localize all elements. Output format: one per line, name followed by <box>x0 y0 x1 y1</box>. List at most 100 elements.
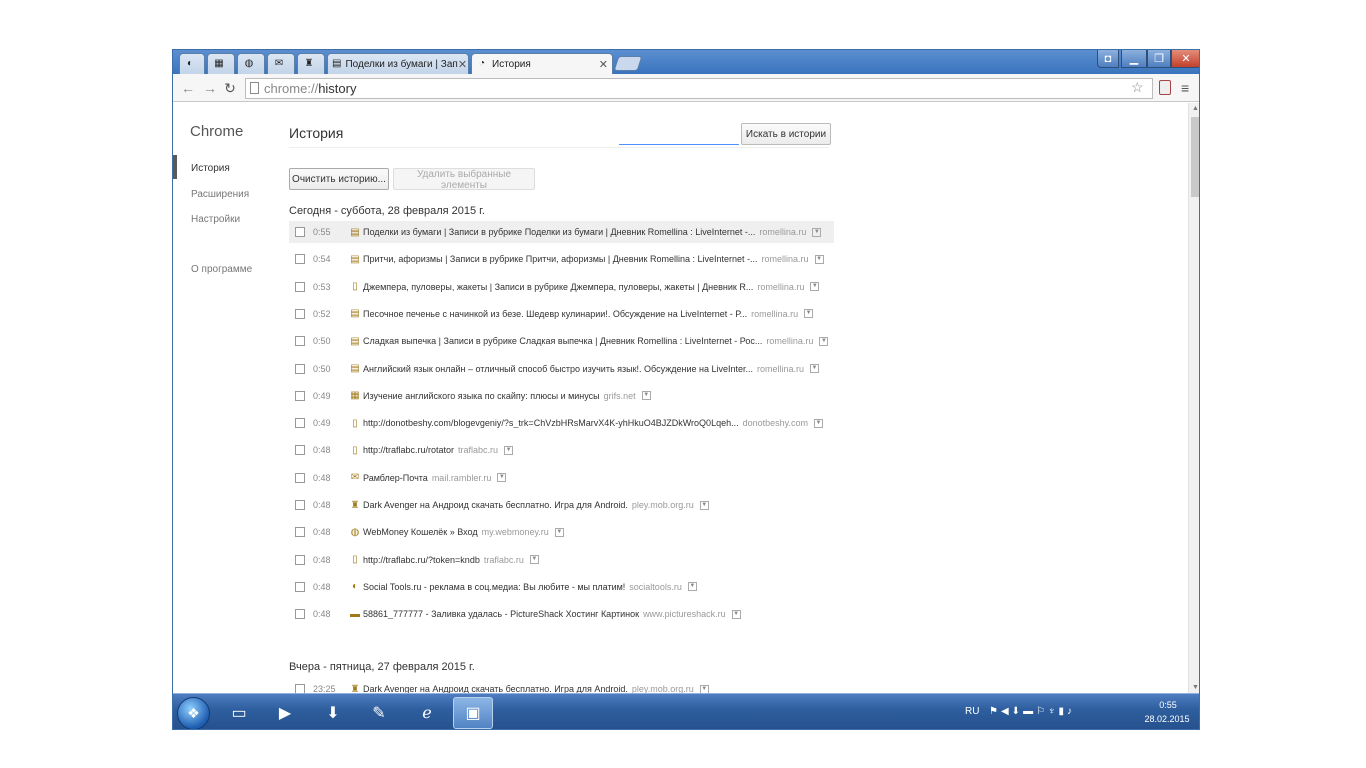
history-row[interactable]: 0:53 ▯ Джемпера, пуловеры, жакеты | Записи… <box>289 276 834 298</box>
internet-explorer-icon[interactable]: ℯ <box>407 697 447 729</box>
close-tab-icon[interactable]: ✕ <box>599 58 608 71</box>
clock-time[interactable]: 0:55 <box>1145 700 1191 710</box>
torrent-icon[interactable]: ⬇ <box>313 697 353 729</box>
tab-pinned-game[interactable]: ♜ <box>297 53 325 74</box>
tab-pinned-globe[interactable]: ◍ <box>237 53 265 74</box>
speaker-icon[interactable]: ◀ <box>1001 706 1012 717</box>
sidebar-item-about[interactable]: О программе <box>191 264 252 275</box>
row-menu-icon[interactable]: ▼ <box>699 500 709 510</box>
remove-selected-button[interactable]: Удалить выбранные элементы <box>393 168 535 191</box>
row-checkbox[interactable] <box>295 527 305 538</box>
row-checkbox[interactable] <box>295 684 305 693</box>
row-menu-icon[interactable]: ▼ <box>529 555 539 565</box>
display-icon[interactable]: ▬ <box>1023 706 1036 717</box>
row-menu-icon[interactable]: ▼ <box>819 336 829 346</box>
row-checkbox[interactable] <box>295 390 305 401</box>
history-row[interactable]: 0:48 ✉ Рамблер-Почта mail.rambler.ru ▼ <box>289 467 834 489</box>
row-menu-icon[interactable]: ▼ <box>497 473 507 483</box>
history-row[interactable]: 0:48 ▯ http://traflabc.ru/rotator traflabc.… <box>289 439 834 461</box>
explorer-icon[interactable]: ▭ <box>219 697 259 729</box>
history-row[interactable]: 0:50 ▤ Сладкая выпечка | Записи в рубрике … <box>289 330 834 352</box>
close-tab-icon[interactable]: ✕ <box>458 58 467 71</box>
network-icon[interactable]: ⚑ <box>989 706 1001 717</box>
entry-title[interactable]: Social Tools.ru - реклама в соц.медиа: В… <box>363 582 625 592</box>
history-row[interactable]: 0:48 ▯ http://traflabc.ru/?token=kndb trafl… <box>289 549 834 571</box>
row-checkbox[interactable] <box>295 581 305 592</box>
scrollbar[interactable]: ▲ ▼ <box>1188 103 1199 693</box>
row-checkbox[interactable] <box>295 500 305 510</box>
history-row[interactable]: 0:49 ▯ http://donotbeshy.com/blogevgeniy/?… <box>289 412 834 434</box>
history-row[interactable]: 0:49 ▦ Изучение английского языка по скайп… <box>289 385 834 407</box>
new-tab-button[interactable] <box>613 56 643 71</box>
row-menu-icon[interactable]: ▼ <box>813 418 823 428</box>
scroll-up-icon[interactable]: ▲ <box>1192 105 1199 112</box>
chrome-menu-icon[interactable]: ≡ <box>1181 80 1189 96</box>
history-row[interactable]: 0:54 ▤ Притчи, афоризмы | Записи в рубрике… <box>289 248 834 270</box>
entry-title[interactable]: Dark Avenger на Андроид скачать бесплатн… <box>363 684 628 693</box>
sidebar-item-settings[interactable]: Настройки <box>191 214 240 225</box>
row-menu-icon[interactable]: ▼ <box>810 282 820 292</box>
history-row[interactable]: 0:48 ♜ Dark Avenger на Андроид скачать бес… <box>289 494 834 516</box>
search-history-button[interactable]: Искать в истории <box>741 123 831 145</box>
row-checkbox[interactable] <box>295 363 305 374</box>
entry-title[interactable]: WebMoney Кошелёк » Вход <box>363 527 478 537</box>
row-menu-icon[interactable]: ▼ <box>687 582 697 592</box>
row-checkbox[interactable] <box>295 554 305 565</box>
history-row[interactable]: 0:55 ▤ Поделки из бумаги | Записи в рубрик… <box>289 221 834 243</box>
entry-title[interactable]: Песочное печенье с начинкой из безе. Шед… <box>363 309 747 319</box>
row-menu-icon[interactable]: ▼ <box>699 684 709 693</box>
entry-title[interactable]: http://traflabc.ru/rotator <box>363 445 454 455</box>
row-checkbox[interactable] <box>295 609 305 620</box>
row-checkbox[interactable] <box>295 418 305 429</box>
entry-title[interactable]: Джемпера, пуловеры, жакеты | Записи в ру… <box>363 282 753 292</box>
entry-title[interactable]: Поделки из бумаги | Записи в рубрике Под… <box>363 227 755 237</box>
history-row[interactable]: 0:48 ◍ WebMoney Кошелёк » Вход my.webmoney.… <box>289 521 834 543</box>
reload-icon[interactable]: ↻ <box>221 80 239 97</box>
row-checkbox[interactable] <box>295 472 305 483</box>
tab-pinned-mail[interactable]: ✉ <box>267 53 295 74</box>
entry-title[interactable]: Английский язык онлайн – отличный способ… <box>363 364 753 374</box>
entry-title[interactable]: http://traflabc.ru/?token=kndb <box>363 555 480 565</box>
row-menu-icon[interactable]: ▼ <box>804 309 814 319</box>
clear-history-button[interactable]: Очистить историю... <box>289 168 389 190</box>
scroll-down-icon[interactable]: ▼ <box>1192 684 1199 691</box>
minimize-button[interactable]: ▁ <box>1121 50 1147 68</box>
sidebar-item-history[interactable]: История <box>191 163 230 174</box>
history-row[interactable]: 0:48 ◐ Social Tools.ru - реклама в соц.мед… <box>289 576 834 598</box>
start-button[interactable]: ❖ <box>177 697 210 729</box>
usb-icon[interactable]: ♆ <box>1048 706 1059 717</box>
scrollbar-thumb[interactable] <box>1191 117 1199 197</box>
omnibox[interactable]: chrome://history <box>245 78 1153 99</box>
row-menu-icon[interactable]: ▼ <box>810 364 820 373</box>
paint-icon[interactable]: ✎ <box>359 697 399 729</box>
extension-icon[interactable] <box>1159 80 1171 95</box>
row-checkbox[interactable] <box>295 227 305 237</box>
entry-title[interactable]: Притчи, афоризмы | Записи в рубрике Прит… <box>363 254 758 264</box>
media-player-icon[interactable]: ▶ <box>265 697 305 729</box>
search-input[interactable] <box>619 121 739 145</box>
row-menu-icon[interactable]: ▼ <box>554 527 564 537</box>
entry-title[interactable]: Dark Avenger на Андроид скачать бесплатн… <box>363 500 628 510</box>
flag-icon[interactable]: ⚐ <box>1036 706 1048 717</box>
history-row[interactable]: 0:52 ▤ Песочное печенье с начинкой из безе… <box>289 303 834 325</box>
volume-icon[interactable]: ♪ <box>1067 706 1075 717</box>
chrome-window-icon[interactable]: ▣ <box>453 697 493 729</box>
row-checkbox[interactable] <box>295 308 305 319</box>
language-indicator[interactable]: RU <box>965 706 979 717</box>
entry-title[interactable]: Рамблер-Почта <box>363 473 428 483</box>
download-icon[interactable]: ⬇ <box>1012 706 1023 717</box>
row-checkbox[interactable] <box>295 281 305 292</box>
row-checkbox[interactable] <box>295 254 305 265</box>
history-row[interactable]: 0:48 ▬ 58861_777777 - Заливка удалась - Pi… <box>289 603 834 625</box>
clock-date[interactable]: 28.02.2015 <box>1139 714 1195 724</box>
entry-title[interactable]: Сладкая выпечка | Записи в рубрике Сладк… <box>363 336 762 346</box>
history-row[interactable]: 0:50 ▤ Английский язык онлайн – отличный с… <box>289 358 834 380</box>
sidebar-item-extensions[interactable]: Расширения <box>191 189 249 200</box>
entry-title[interactable]: Изучение английского языка по скайпу: пл… <box>363 391 600 401</box>
row-menu-icon[interactable]: ▼ <box>504 445 514 455</box>
row-menu-icon[interactable]: ▼ <box>731 609 741 619</box>
entry-title[interactable]: http://donotbeshy.com/blogevgeniy/?s_trk… <box>363 418 739 428</box>
row-menu-icon[interactable]: ▼ <box>812 227 822 237</box>
bookmark-star-icon[interactable]: ☆ <box>1131 79 1144 96</box>
user-profile-button[interactable]: ◘ <box>1097 50 1119 68</box>
